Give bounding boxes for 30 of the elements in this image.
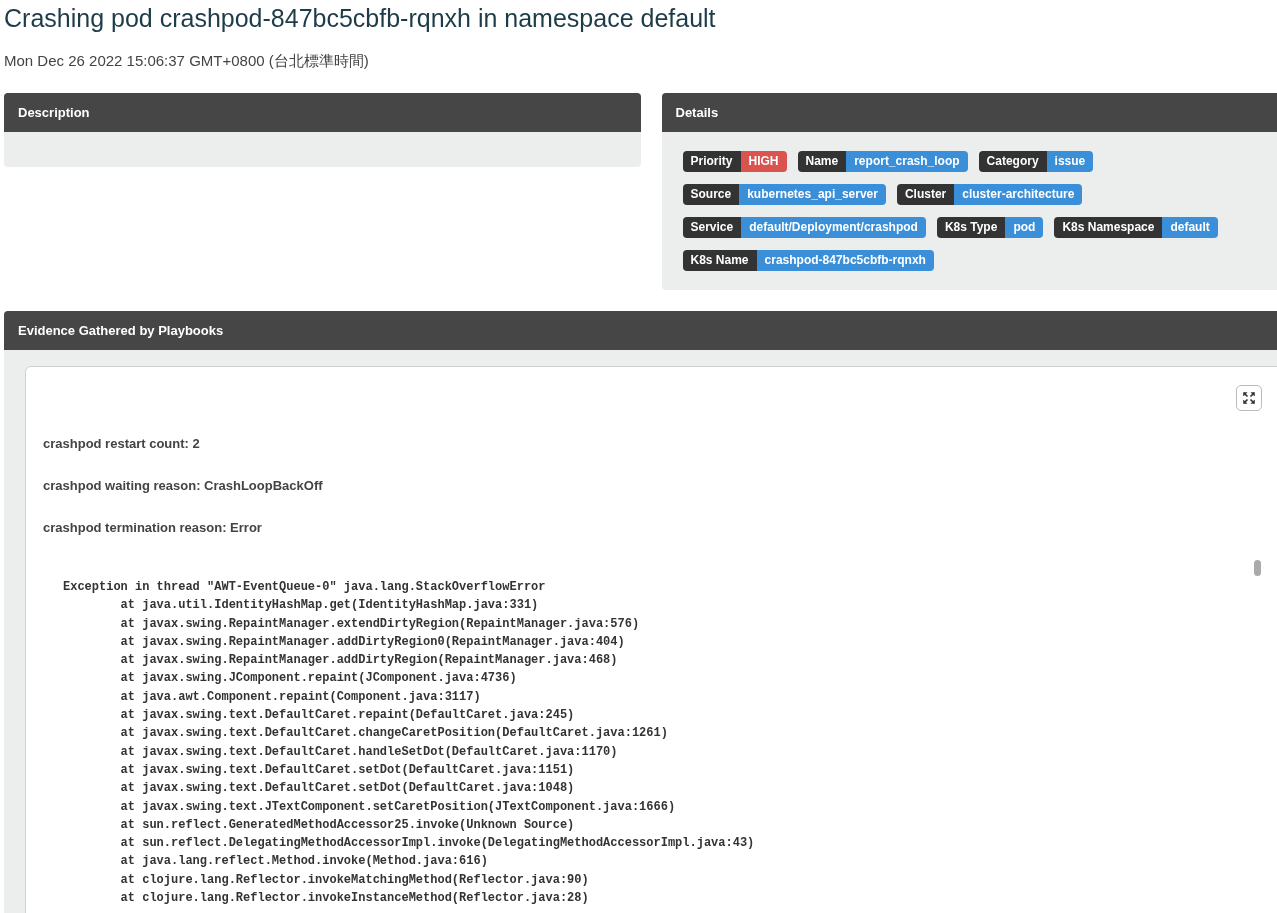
tag-value: report_crash_loop bbox=[846, 151, 968, 172]
tag-label: Name bbox=[797, 151, 847, 172]
tag-value: HIGH bbox=[740, 151, 787, 172]
tag-label: Source bbox=[682, 184, 740, 205]
tag-value: pod bbox=[1005, 217, 1044, 238]
panel-header: Evidence Gathered by Playbooks bbox=[4, 311, 1277, 350]
tag-value: default bbox=[1162, 217, 1218, 238]
tag-label: Service bbox=[682, 217, 742, 238]
tag-label: Cluster bbox=[896, 184, 955, 205]
timestamp: Mon Dec 26 2022 15:06:37 GMT+0800 (台北標準時間) bbox=[4, 52, 370, 71]
tag-value: kubernetes_api_server bbox=[739, 184, 886, 205]
tag-value: issue bbox=[1046, 151, 1094, 172]
expand-button[interactable] bbox=[1236, 385, 1262, 411]
scrollbar-thumb[interactable] bbox=[1254, 560, 1261, 576]
panel-header: Details bbox=[661, 93, 1277, 132]
evidence-fact: crashpod waiting reason: CrashLoopBackOff bbox=[43, 477, 324, 494]
tag-label: K8s Name bbox=[682, 250, 757, 271]
tag-value: crashpod-847bc5cbfb-rqnxh bbox=[756, 250, 934, 271]
stack-trace: Exception in thread "AWT-EventQueue-0" java.lang.StackOverflowError at java.util.IdentityHashMap.get(IdentityHashMap.java:331) at javax.swing.RepaintManager.extendDirtyRegion(RepaintManager.java:576) at javax.swing.RepaintManager.addDirtyRegion0(RepaintManager.java:404) at javax.swing.RepaintManager.addDirtyRegion(RepaintManager.java:468) at javax.swing.JComponent.repaint(JComponent.java:4736) at java.awt.Component.repaint(Component.java:3117) at javax.swing.text.DefaultCaret.repaint(DefaultCaret.java:245) at javax.swing.text.DefaultCaret.changeCaretPosition(DefaultCaret.java:1261) at javax.swing.text.DefaultCaret.handleSetDot(DefaultCaret.java:1170) at javax.swing.text.DefaultCaret.setDot(DefaultCaret.java:1151) at javax.swing.text.DefaultCaret.setDot(DefaultCaret.java:1048) at javax.swing.text.JTextComponent.setCaretPosition(JTextComponent.java:1666) at sun.reflect.GeneratedMethodAccessor25.invoke(Unknown Source) at sun.reflect.DelegatingMethodAccessorImpl.invoke(DelegatingMethodAccessorImpl.java:43) at java.lang.reflect.Method.invoke(Method.java:616) at clojure.lang.Reflector.invokeMatchingMethod(Reflector.java:90) at clojure.lang.Reflector.invokeInstanceMethod(Reflector.java:28) bbox=[63, 579, 755, 908]
panel-header: Description bbox=[4, 93, 641, 132]
tag-label: Priority bbox=[682, 151, 741, 172]
tag-value: cluster-architecture bbox=[954, 184, 1083, 205]
expand-icon bbox=[1243, 392, 1255, 404]
tag-label: Category bbox=[978, 151, 1047, 172]
tag-label: K8s Type bbox=[936, 217, 1006, 238]
evidence-fact: crashpod restart count: 2 bbox=[43, 435, 201, 452]
evidence-fact: crashpod termination reason: Error bbox=[43, 519, 263, 536]
page-title: Crashing pod crashpod-847bc5cbfb-rqnxh in namespace default bbox=[4, 3, 717, 33]
tag-value: default/Deployment/crashpod bbox=[741, 217, 926, 238]
tag-label: K8s Namespace bbox=[1054, 217, 1163, 238]
